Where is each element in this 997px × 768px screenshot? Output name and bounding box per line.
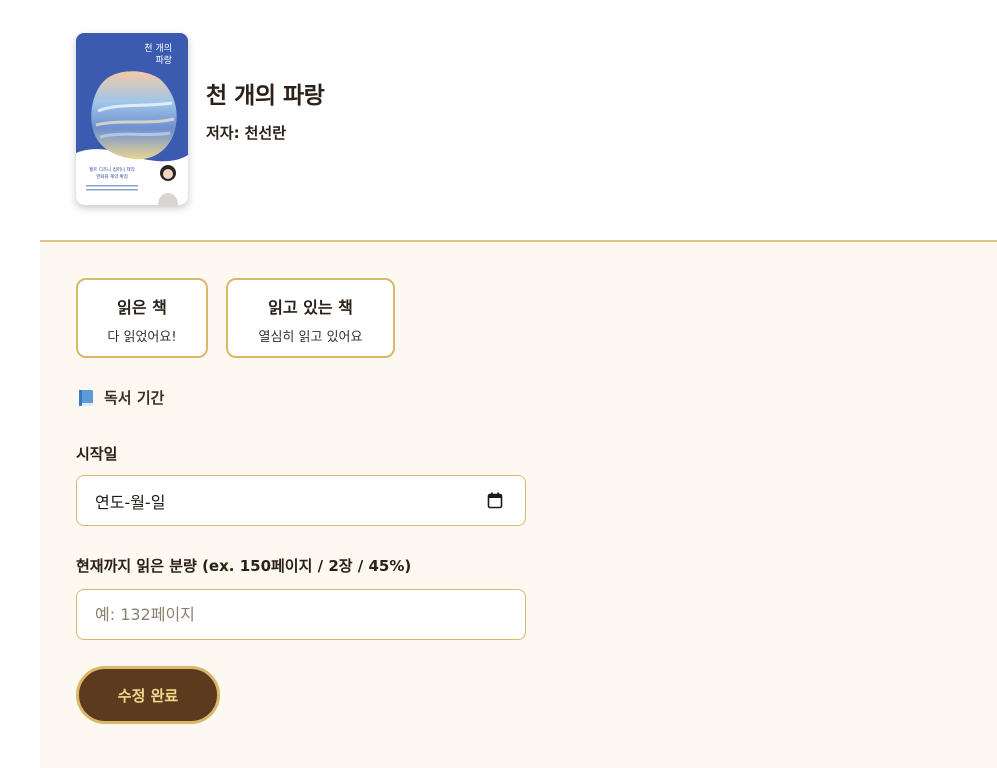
blue-book-icon bbox=[78, 389, 94, 407]
submit-edit-button[interactable]: 수정 완료 bbox=[76, 666, 220, 724]
author-name: 천선란 bbox=[244, 124, 287, 142]
status-option-subtitle: 열심히 읽고 있어요 bbox=[258, 330, 363, 345]
cover-title-line1: 천 개의 bbox=[144, 43, 172, 54]
status-option-subtitle: 다 읽었어요! bbox=[107, 330, 177, 345]
cover-title-line2: 파랑 bbox=[155, 54, 172, 66]
reading-amount-input[interactable] bbox=[76, 589, 526, 640]
reading-period-title: 독서 기간 bbox=[104, 389, 165, 407]
status-option-reading[interactable]: 읽고 있는 책 열심히 읽고 있어요 bbox=[226, 278, 395, 358]
book-cover-image: 천 개의 파랑 월트 디즈니 컴퍼니 제작 영화화 계약 확정 bbox=[76, 33, 188, 205]
book-title: 천 개의 파랑 bbox=[206, 83, 325, 109]
status-option-title: 읽고 있는 책 bbox=[268, 298, 353, 317]
reading-amount-label: 현재까지 읽은 분량 (ex. 150페이지 / 2장 / 45%) bbox=[76, 557, 412, 575]
reading-period-heading: 독서 기간 bbox=[78, 387, 164, 408]
calendar-icon[interactable] bbox=[487, 492, 503, 509]
book-info: 천 개의 파랑 저자: 천선란 bbox=[206, 76, 325, 143]
book-author: 저자: 천선란 bbox=[206, 122, 324, 143]
reading-status-panel: 읽은 책 다 읽었어요! 읽고 있는 책 열심히 읽고 있어요 독서 기간 시작… bbox=[40, 242, 997, 768]
author-label: 저자: bbox=[206, 124, 240, 142]
cover-tagline-line2: 영화화 계약 확정 bbox=[96, 173, 128, 180]
start-date-placeholder: 연도-월-일 bbox=[95, 492, 166, 512]
status-option-read[interactable]: 읽은 책 다 읽었어요! bbox=[76, 278, 208, 358]
start-date-input[interactable]: 연도-월-일 bbox=[76, 475, 526, 526]
start-date-label: 시작일 bbox=[76, 445, 118, 463]
cover-tagline-line1: 월트 디즈니 컴퍼니 제작 bbox=[89, 166, 135, 173]
status-option-title: 읽은 책 bbox=[117, 298, 167, 317]
book-header: 천 개의 파랑 월트 디즈니 컴퍼니 제작 영화화 계약 확정 천 개의 파랑 … bbox=[0, 0, 997, 240]
